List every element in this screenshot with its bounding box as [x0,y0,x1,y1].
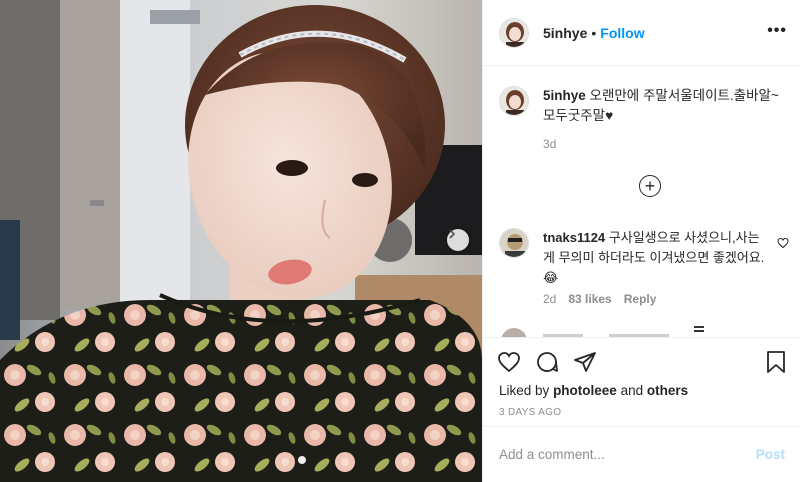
instagram-post-modal: 5inhye • Follow ••• 5inhye 오랜만에 주말서울데이트.… [0,0,800,482]
post-comment-button[interactable]: Post [756,447,785,462]
avatar-image [500,18,528,47]
liked-by-user[interactable]: photoleee [553,383,617,398]
caption-avatar[interactable] [499,86,529,116]
liked-by-and: and [620,383,644,398]
partial-comment-preview [501,326,704,337]
heart-icon[interactable] [497,350,521,374]
comment-emoji: 😂 [543,270,559,285]
avatar-image [500,229,528,257]
post-photo[interactable] [0,0,482,482]
commenter-avatar[interactable] [499,228,529,258]
add-comment-input[interactable] [499,447,756,462]
comment-meta: 2d 83 likes Reply [543,292,656,306]
liked-by-prefix: Liked by [499,383,550,398]
author-username[interactable]: 5inhye [543,25,587,41]
avatar-image [500,87,528,115]
more-options-icon[interactable]: ••• [767,22,787,40]
comment-icon[interactable] [535,350,559,374]
add-comment-bar: Post [483,426,800,482]
load-more-comments-button[interactable]: + [639,175,661,197]
plus-circle-icon: + [644,176,656,196]
post-caption: 5inhye 오랜만에 주말서울데이트.출바알~모두굿주말♥ [499,86,789,126]
action-icons [497,350,597,374]
post-actions: Liked by photoleee and others 3 DAYS AGO [483,337,800,426]
comment-username[interactable]: tnaks1124 [543,230,605,245]
liked-by-summary: Liked by photoleee and others [499,383,688,398]
post-header: 5inhye • Follow ••• [483,0,800,66]
comment-text: tnaks1124 구사일생으로 사셨으니,사는게 무의미 하더라도 이겨냈으면… [543,228,769,288]
comment-like-icon[interactable] [777,237,789,249]
caption-timestamp: 3d [543,137,557,151]
separator-dot: • [591,24,597,41]
post-sidebar: 5inhye • Follow ••• 5inhye 오랜만에 주말서울데이트.… [482,0,800,482]
next-photo-button[interactable] [447,229,469,251]
chevron-right-icon [449,229,456,239]
author-avatar[interactable] [499,17,529,48]
follow-button[interactable]: Follow [600,25,644,41]
comment-likes[interactable]: 83 likes [568,292,611,306]
share-icon[interactable] [573,350,597,374]
bookmark-icon[interactable] [765,350,787,374]
comment-timestamp: 2d [543,292,557,306]
caption-username[interactable]: 5inhye [543,88,586,103]
post-timestamp[interactable]: 3 DAYS AGO [499,407,561,418]
caption-text: 5inhye 오랜만에 주말서울데이트.출바알~모두굿주말♥ [543,86,787,126]
comment-item: tnaks1124 구사일생으로 사셨으니,사는게 무의미 하더라도 이겨냈으면… [499,228,789,288]
comment-reply-button[interactable]: Reply [624,292,657,306]
next-comment-peek [499,325,789,337]
portrait-image [0,0,482,482]
liked-by-others[interactable]: others [647,383,688,398]
